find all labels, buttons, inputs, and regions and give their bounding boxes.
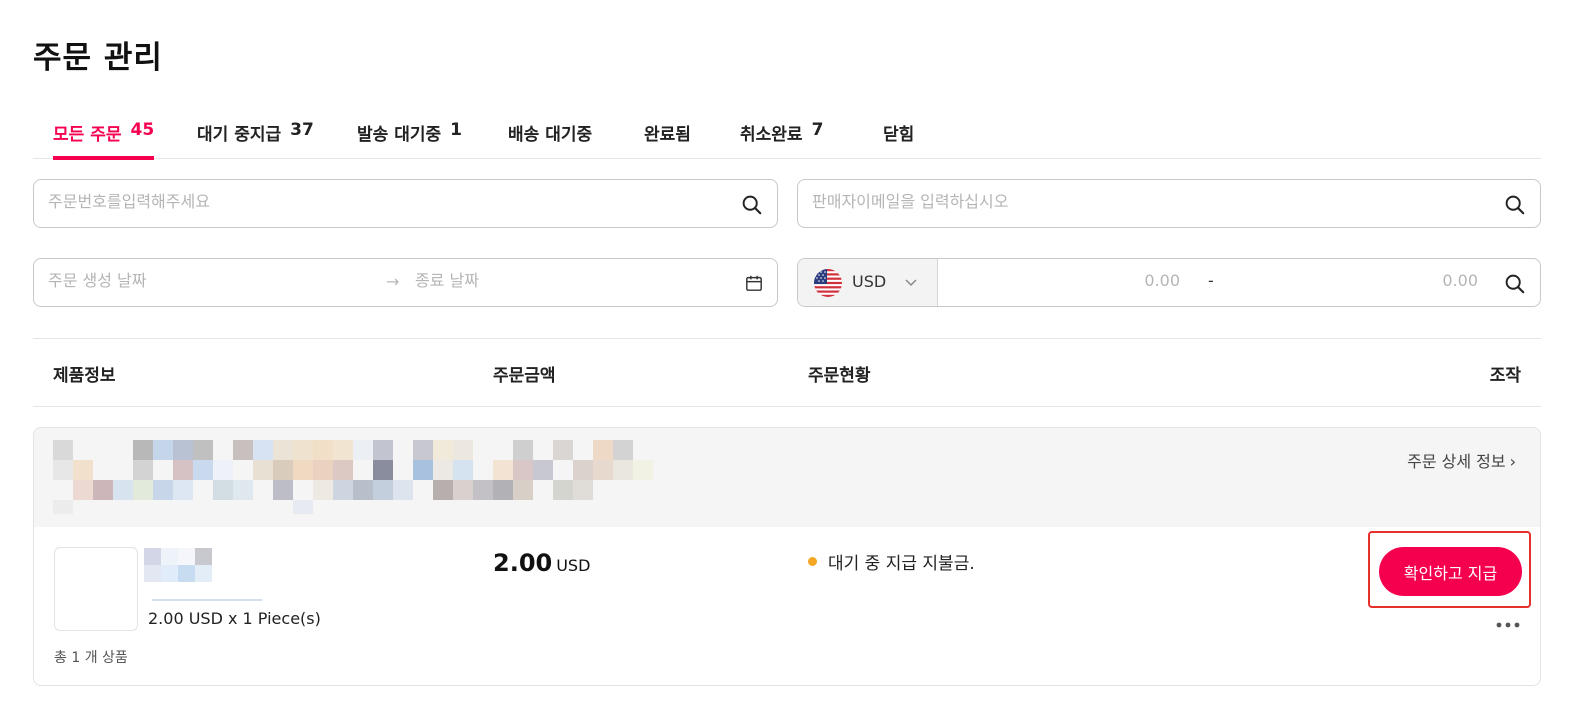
currency-select[interactable]: USD: [798, 259, 938, 306]
tab-awaiting-shipment[interactable]: 발송 대기중 1: [357, 108, 462, 159]
page-title: 주문 관리: [33, 40, 163, 76]
order-tabs: 모든 주문 45 대기 중지급 37 발송 대기중 1 배송 대기중 완료됨 취소완료…: [33, 108, 1541, 160]
tab-cancelled[interactable]: 취소완료 7: [740, 108, 823, 159]
search-icon[interactable]: [1504, 194, 1525, 215]
tab-label: 배송 대기중: [508, 125, 593, 145]
order-detail-label: 주문 상세 정보: [1407, 452, 1506, 471]
search-icon[interactable]: [741, 194, 762, 215]
tab-label: 완료됨: [644, 125, 691, 145]
product-thumbnail[interactable]: [54, 547, 138, 631]
confirm-and-pay-button[interactable]: 확인하고 지급: [1379, 547, 1522, 596]
amount-range-field: USD -: [797, 258, 1541, 307]
seller-email-search-field: [797, 179, 1541, 228]
date-range-field: →: [33, 258, 778, 307]
date-range-arrow: →: [386, 272, 400, 291]
order-number-search-field: [33, 179, 778, 228]
tab-awaiting-payment[interactable]: 대기 중지급 37: [197, 108, 314, 159]
blurred-order-info: [53, 440, 653, 520]
currency-label: USD: [852, 272, 887, 291]
header-order-status: 주문현황: [808, 366, 871, 386]
us-flag-icon: [814, 269, 842, 297]
order-status-text: 대기 중 지급 지불금.: [828, 554, 975, 574]
order-amount-currency: USD: [556, 556, 591, 575]
tab-closed[interactable]: 닫힘: [883, 108, 914, 159]
tab-label: 발송 대기중: [357, 125, 442, 145]
blurred-product-name[interactable]: [144, 548, 212, 582]
tab-awaiting-delivery[interactable]: 배송 대기중: [508, 108, 592, 159]
header-product-info: 제품정보: [53, 366, 116, 386]
tab-label: 모든 주문: [53, 125, 122, 145]
tab-all-orders[interactable]: 모든 주문 45: [53, 108, 155, 160]
order-card-header: 주문 상세 정보 ›: [34, 428, 1540, 527]
order-number-input[interactable]: [48, 192, 698, 211]
tab-count: 7: [811, 120, 824, 140]
tab-label: 취소완료: [740, 125, 803, 145]
search-icon[interactable]: [1504, 273, 1525, 294]
order-card: 주문 상세 정보 › 2.00 USD x 1 Piece(s) 총 1 개 상품…: [33, 427, 1541, 686]
amount-min-input[interactable]: [948, 271, 1180, 290]
amount-separator: -: [1208, 271, 1214, 290]
tab-count: 45: [130, 120, 155, 140]
amount-max-input[interactable]: [1228, 271, 1478, 290]
blurred-product-variant: [152, 599, 262, 601]
header-order-amount: 주문금액: [493, 366, 556, 386]
tab-label: 닫힘: [883, 125, 915, 145]
tab-count: 37: [290, 120, 314, 140]
order-amount: 2.00 USD: [493, 549, 590, 577]
status-dot-icon: [808, 557, 817, 566]
order-amount-value: 2.00: [493, 549, 553, 577]
date-to-input[interactable]: [415, 271, 715, 290]
total-items-count: 총 1 개 상품: [54, 650, 128, 666]
seller-email-input[interactable]: [812, 192, 1462, 211]
chevron-down-icon: [905, 279, 917, 287]
calendar-icon[interactable]: [745, 274, 763, 292]
tab-completed[interactable]: 완료됨: [644, 108, 691, 159]
unit-price-quantity: 2.00 USD x 1 Piece(s): [148, 609, 321, 628]
more-horizontal-icon[interactable]: [1494, 618, 1522, 638]
header-actions: 조작: [1489, 366, 1521, 386]
chevron-right-icon: ›: [1509, 452, 1516, 471]
order-status: 대기 중 지급 지불금.: [808, 549, 975, 574]
tab-count: 1: [450, 120, 462, 140]
tab-label: 대기 중지급: [197, 125, 282, 145]
date-from-input[interactable]: [48, 271, 368, 290]
order-table-header: 제품정보 주문금액 주문현황 조작: [33, 338, 1541, 407]
order-detail-link[interactable]: 주문 상세 정보 ›: [1407, 448, 1516, 472]
